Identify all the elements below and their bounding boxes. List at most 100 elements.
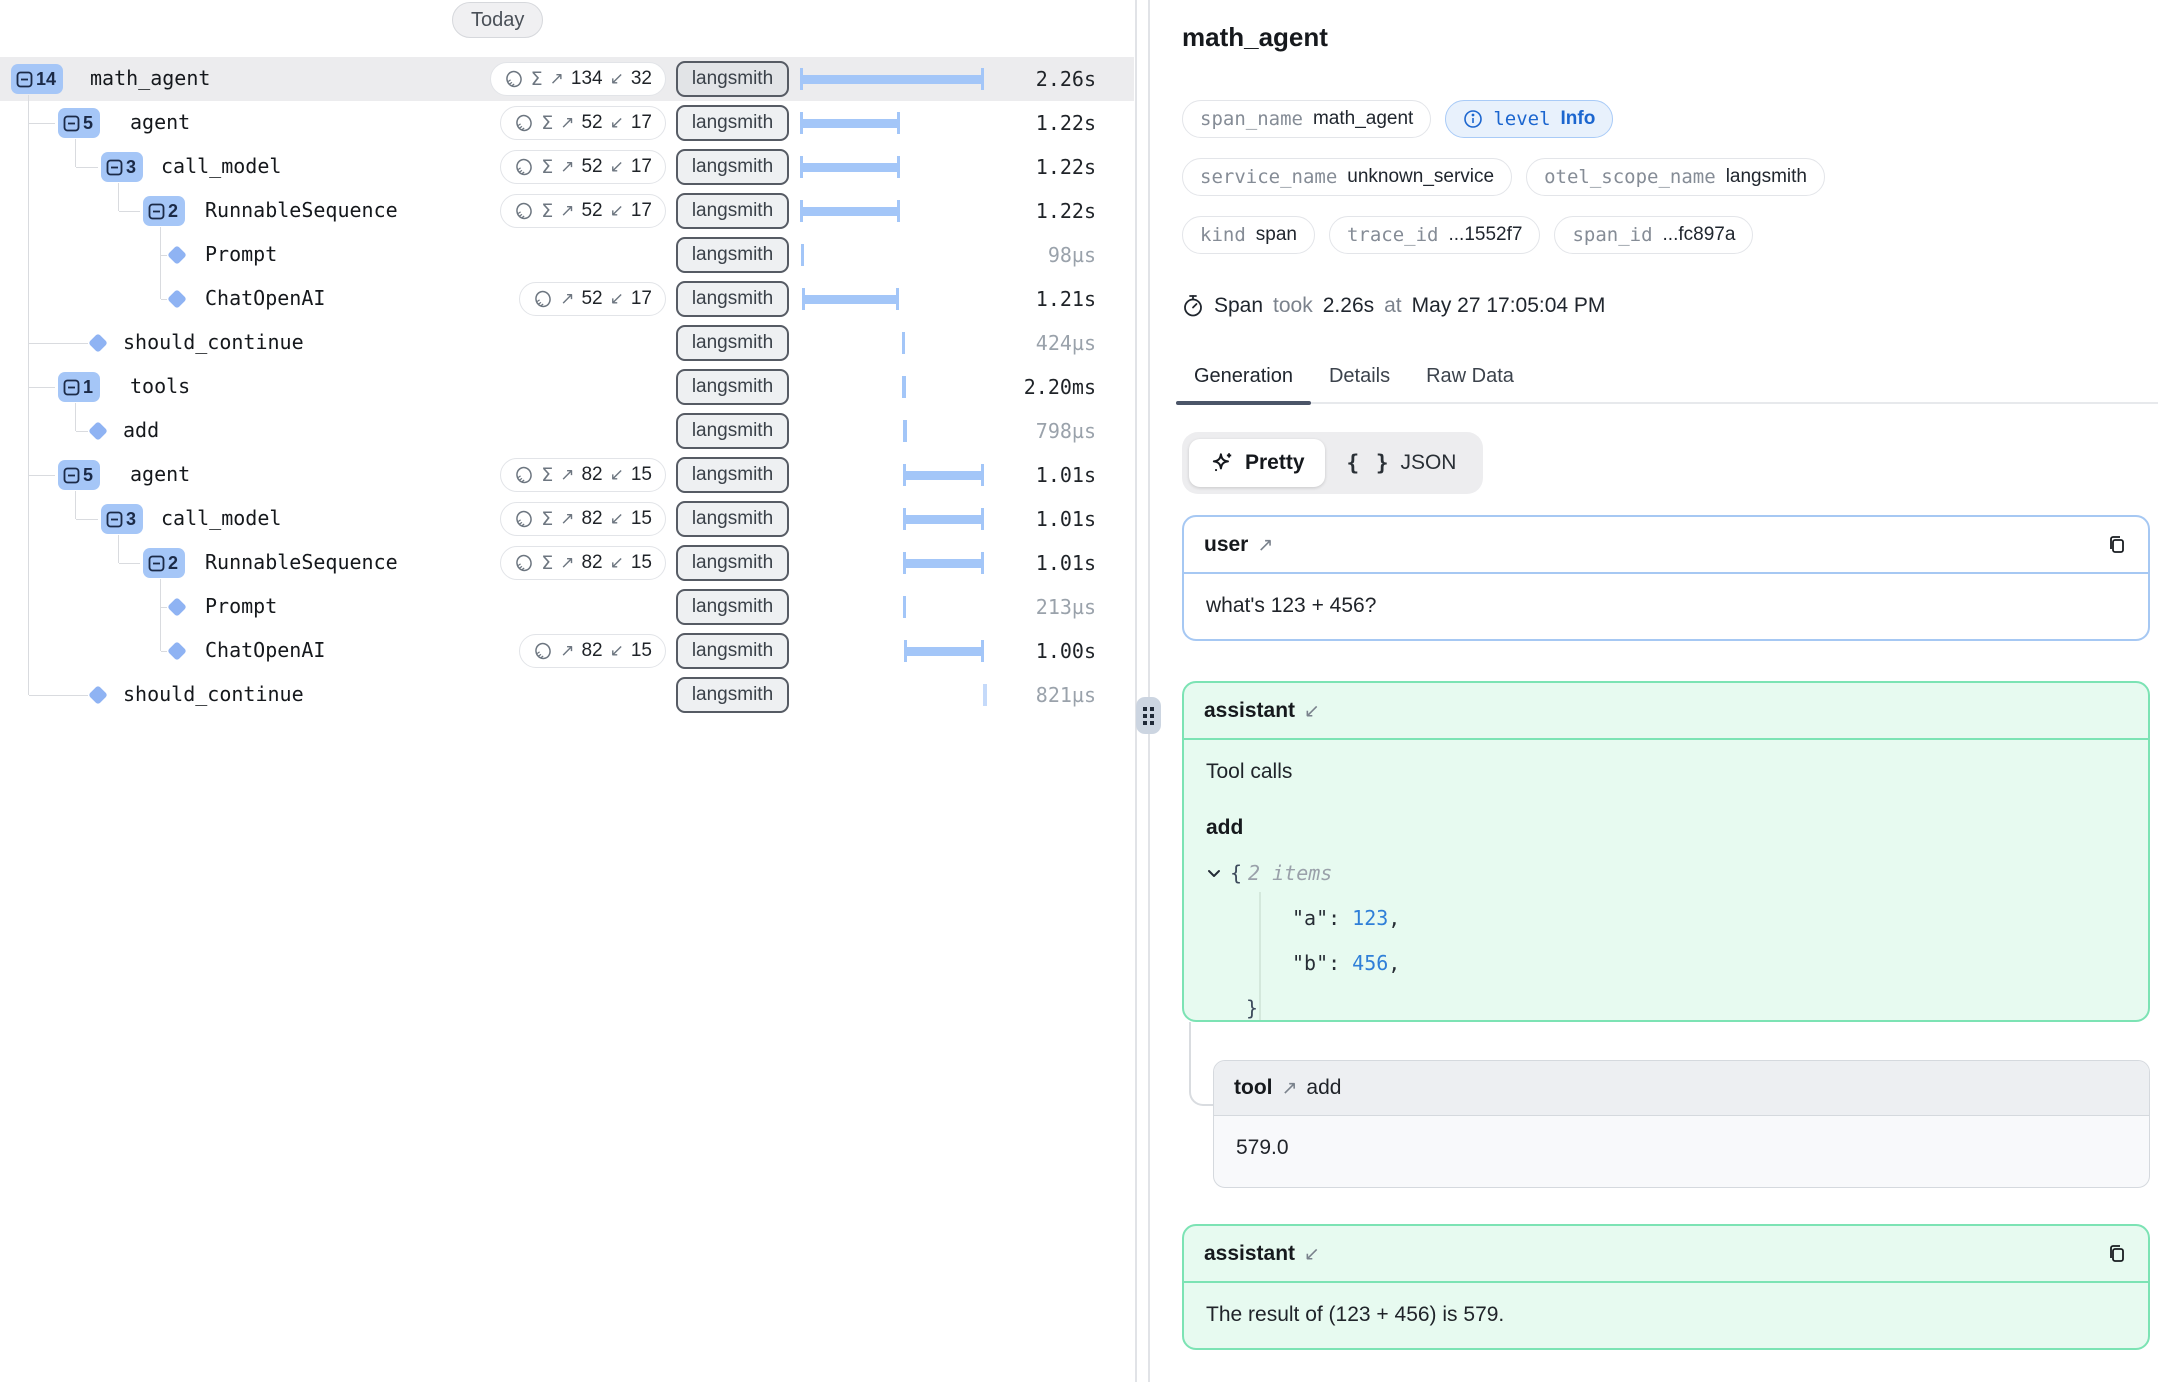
chevron-down-icon[interactable] (1206, 865, 1222, 881)
collapse-count-badge[interactable]: 1 (58, 372, 100, 402)
collapse-count-badge[interactable]: 5 (58, 108, 100, 138)
copy-button[interactable] (2106, 1243, 2128, 1265)
duration-label: 1.22s (1036, 199, 1096, 223)
resize-handle-icon[interactable] (1136, 697, 1161, 734)
trace-row-label: Prompt (205, 242, 277, 266)
assistant-final-card: assistant ↙ The result of (123 + 456) is… (1182, 1224, 2150, 1350)
arrow-up-right-icon: ↗ (1281, 1077, 1297, 1099)
leaf-diamond-icon (88, 685, 108, 705)
trace-row[interactable]: should_continuelangsmith424µs (0, 321, 1134, 365)
tool-result-header: tool ↗ add (1214, 1061, 2149, 1116)
trace-row[interactable]: 5agentΣ↗82↙15langsmith1.01s (0, 453, 1134, 497)
metadata-badge-service_name: service_nameunknown_service (1182, 158, 1512, 196)
collapse-count-badge[interactable]: 3 (101, 152, 143, 182)
assistant-toolcall-header: assistant ↙ (1184, 683, 2148, 740)
arrow-down-left-icon: ↙ (610, 641, 624, 661)
summary-label: Span (1214, 294, 1263, 318)
user-message-header: user ↗ (1184, 517, 2148, 574)
token-count-badge: Σ↗82↙15 (500, 458, 666, 492)
duration-label: 2.20ms (1024, 375, 1096, 399)
trace-row[interactable]: 2RunnableSequenceΣ↗82↙15langsmith1.01s (0, 541, 1134, 585)
collapse-count-badge[interactable]: 14 (11, 64, 63, 94)
duration-label: 1.01s (1036, 463, 1096, 487)
leaf-diamond-icon (88, 421, 108, 441)
arrow-down-left-icon: ↙ (610, 289, 624, 309)
collapse-count-badge[interactable]: 3 (101, 504, 143, 534)
detail-tabs: GenerationDetailsRaw Data (1176, 360, 2158, 404)
duration-label: 821µs (1036, 683, 1096, 707)
arrow-down-left-icon: ↙ (610, 465, 624, 485)
assistant-toolcall-card: assistant ↙ Tool calls add { 2 items (1182, 681, 2150, 1022)
tool-call-name: add (1184, 784, 2148, 840)
tokens-coin-icon (514, 465, 534, 485)
tree-connector-line (29, 695, 88, 696)
token-count-badge: Σ↗52↙17 (500, 150, 666, 184)
duration-bar (800, 200, 900, 222)
trace-row[interactable]: addlangsmith798µs (0, 409, 1134, 453)
toggle-json[interactable]: { }JSON (1327, 439, 1477, 487)
trace-row[interactable]: 3call_modelΣ↗52↙17langsmith1.22s (0, 145, 1134, 189)
trace-tree: 14math_agentΣ↗134↙32langsmith2.26s5agent… (0, 0, 1134, 1382)
trace-row[interactable]: 2RunnableSequenceΣ↗52↙17langsmith1.22s (0, 189, 1134, 233)
trace-row[interactable]: Promptlangsmith98µs (0, 233, 1134, 277)
vendor-badge: langsmith (676, 413, 789, 449)
metadata-badges-row-1: span_namemath_agentlevelInfo (1182, 100, 1613, 138)
toggle-pretty[interactable]: Pretty (1189, 439, 1325, 487)
trace-row[interactable]: ChatOpenAI↗52↙17langsmith1.21s (0, 277, 1134, 321)
tree-connector-line (161, 299, 167, 300)
token-count-badge: Σ↗52↙17 (500, 106, 666, 140)
trace-row[interactable]: 14 math_agent Σ↗134↙32 langsmith 2.26s (0, 57, 1134, 101)
trace-row-label: should_continue (123, 330, 304, 354)
trace-row[interactable]: Promptlangsmith213µs (0, 585, 1134, 629)
close-brace: } (1246, 996, 1258, 1020)
sigma-icon: Σ (541, 508, 553, 530)
token-count-badge: ↗82↙15 (519, 634, 666, 668)
collapse-count-badge[interactable]: 2 (143, 548, 185, 578)
trace-row-label: call_model (161, 154, 281, 178)
tree-connector-line (76, 431, 88, 432)
duration-label: 2.26s (1036, 67, 1096, 91)
trace-row-label: call_model (161, 506, 281, 530)
tab-generation[interactable]: Generation (1176, 360, 1311, 402)
metadata-badge-trace_id: trace_id...1552f7 (1329, 216, 1540, 254)
arrow-down-left-icon: ↙ (610, 553, 624, 573)
vendor-badge: langsmith (676, 193, 789, 229)
role-label: user (1204, 533, 1248, 557)
tree-connector-line (75, 403, 76, 431)
json-entry: "a": 123, (1206, 895, 2126, 940)
panel-resize-divider[interactable] (1134, 0, 1160, 1382)
trace-row[interactable]: should_continuelangsmith821µs (0, 673, 1134, 717)
tree-connector-line (29, 343, 88, 344)
trace-row[interactable]: ChatOpenAI↗82↙15langsmith1.00s (0, 629, 1134, 673)
trace-row[interactable]: 3call_modelΣ↗82↙15langsmith1.01s (0, 497, 1134, 541)
vendor-badge: langsmith (676, 237, 789, 273)
trace-row-label: math_agent (90, 66, 210, 90)
collapse-count-badge[interactable]: 5 (58, 460, 100, 490)
tab-details[interactable]: Details (1311, 360, 1408, 402)
minus-square-icon (106, 511, 123, 528)
tree-connector-line (76, 167, 98, 168)
leaf-diamond-icon (167, 641, 187, 661)
tab-raw-data[interactable]: Raw Data (1408, 360, 1532, 402)
copy-button[interactable] (2106, 534, 2128, 556)
minus-square-icon (148, 203, 165, 220)
tokens-coin-icon (514, 553, 534, 573)
duration-tick (801, 244, 805, 266)
tool-result-card: tool ↗ add 579.0 (1213, 1060, 2150, 1188)
trace-row-label: agent (130, 110, 190, 134)
tool-name-label: add (1306, 1076, 1341, 1100)
tokens-coin-icon (514, 113, 534, 133)
trace-row[interactable]: 5agentΣ↗52↙17langsmith1.22s (0, 101, 1134, 145)
trace-row[interactable]: 1toolslangsmith2.20ms (0, 365, 1134, 409)
sigma-icon: Σ (531, 68, 543, 90)
vendor-badge: langsmith (676, 281, 789, 317)
token-count-badge: Σ↗134↙32 (490, 62, 666, 96)
arrow-up-right-icon: ↗ (560, 509, 574, 529)
vendor-badge: langsmith (676, 61, 789, 97)
duration-label: 1.00s (1036, 639, 1096, 663)
duration-tick (902, 332, 906, 354)
collapse-count-badge[interactable]: 2 (143, 196, 185, 226)
duration-tick (983, 684, 987, 706)
duration-bar (903, 552, 984, 574)
arrow-down-left-icon: ↙ (1304, 700, 1320, 722)
